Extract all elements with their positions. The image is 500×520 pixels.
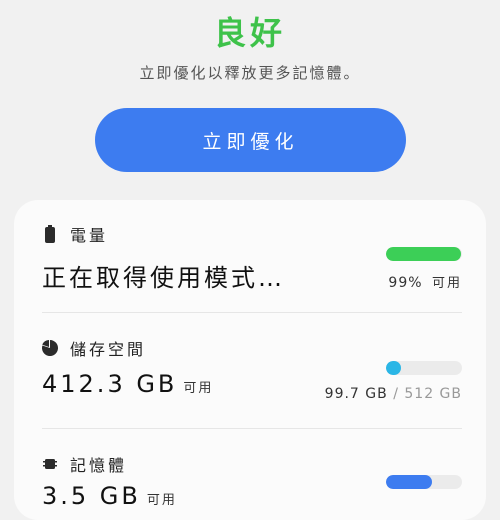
divider (42, 428, 462, 429)
pie-chart-icon (42, 339, 58, 357)
battery-available-label: 可用 (431, 276, 462, 291)
subtitle: 立即優化以釋放更多記憶體。 (139, 64, 361, 82)
storage-separator: / (393, 386, 399, 402)
storage-section[interactable]: 儲存空間 412.3 GB 可用 99.7 GB / 512 GB (14, 314, 486, 426)
status-title: 良好 (213, 14, 286, 52)
battery-header: 電量 (42, 222, 108, 246)
storage-available-value: 412.3 GB (42, 370, 178, 398)
storage-label: 儲存空間 (70, 340, 147, 359)
memory-label: 記憶體 (70, 456, 128, 475)
battery-bar-fill (386, 247, 462, 261)
memory-available-value: 3.5 GB (42, 482, 141, 510)
battery-percent-value: 99% (388, 275, 423, 291)
memory-section[interactable]: 記憶體 3.5 GB 可用 (14, 430, 486, 520)
memory-bar-fill (386, 475, 432, 489)
storage-used: 99.7 GB (324, 386, 388, 402)
battery-section[interactable]: 電量 正在取得使用模式… 99% 可用 (14, 200, 486, 310)
storage-available: 412.3 GB 可用 (42, 370, 213, 398)
storage-total: 512 GB (404, 386, 462, 402)
battery-percent: 99% 可用 (388, 272, 462, 291)
storage-bar-fill (386, 361, 401, 375)
device-care-card: 電量 正在取得使用模式… 99% 可用 儲存空間 412.3 GB 可用 99.7… (14, 200, 486, 520)
storage-usage: 99.7 GB / 512 GB (325, 386, 462, 402)
optimize-now-button[interactable]: 立即優化 (95, 108, 406, 172)
storage-header: 儲存空間 (42, 336, 146, 360)
battery-bar (386, 247, 462, 261)
memory-chip-icon (42, 455, 58, 473)
battery-icon (42, 225, 58, 243)
memory-header: 記憶體 (42, 452, 127, 476)
battery-label: 電量 (70, 226, 109, 245)
memory-available: 3.5 GB 可用 (42, 482, 177, 510)
storage-available-label: 可用 (183, 381, 214, 396)
storage-bar (386, 361, 462, 375)
memory-bar (386, 475, 462, 489)
divider (42, 312, 462, 313)
memory-available-label: 可用 (146, 493, 177, 508)
battery-mode-text: 正在取得使用模式… (42, 264, 285, 292)
